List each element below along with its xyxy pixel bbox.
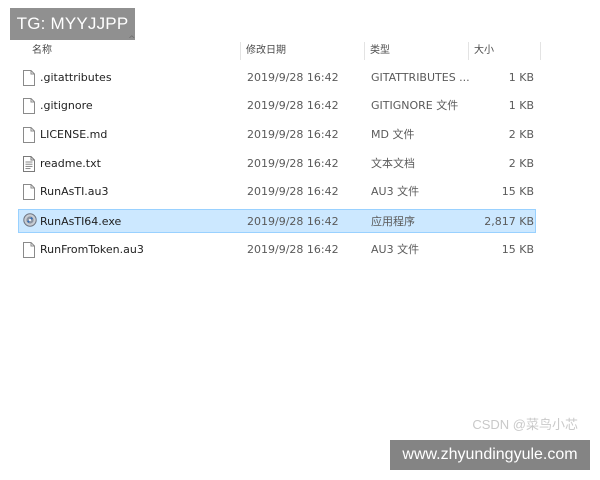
file-type: AU3 文件: [371, 185, 420, 198]
file-size: 15 KB: [501, 243, 534, 256]
text-file-icon: [23, 156, 35, 172]
file-date: 2019/9/28 16:42: [247, 157, 339, 170]
file-date: 2019/9/28 16:42: [247, 128, 339, 141]
file-size: 2,817 KB: [484, 215, 534, 228]
file-row[interactable]: .gitattributes 2019/9/28 16:42 GITATTRIB…: [18, 66, 536, 90]
column-header-row: 名称 ^ 修改日期 类型 大小: [0, 35, 600, 64]
file-size: 1 KB: [508, 71, 534, 84]
file-row[interactable]: LICENSE.md 2019/9/28 16:42 MD 文件 2 KB: [18, 123, 536, 147]
file-explorer-view: TG: MYYJJPP 名称 ^ 修改日期 类型 大小 .gitattribut…: [0, 0, 600, 480]
file-size: 2 KB: [508, 128, 534, 141]
column-separator[interactable]: [540, 42, 541, 60]
file-type: GITATTRIBUTES ...: [371, 71, 470, 84]
file-type: GITIGNORE 文件: [371, 99, 459, 112]
file-name: RunAsTI.au3: [40, 185, 109, 198]
file-row[interactable]: RunFromToken.au3 2019/9/28 16:42 AU3 文件 …: [18, 238, 536, 262]
file-size: 15 KB: [501, 185, 534, 198]
column-header-size[interactable]: 大小: [468, 38, 540, 64]
file-row[interactable]: RunAsTI.au3 2019/9/28 16:42 AU3 文件 15 KB: [18, 180, 536, 204]
exe-app-icon: [23, 213, 37, 227]
blank-file-icon: [23, 98, 35, 114]
file-size: 2 KB: [508, 157, 534, 170]
column-header-type[interactable]: 类型: [364, 38, 468, 64]
file-name: LICENSE.md: [40, 128, 108, 141]
file-date: 2019/9/28 16:42: [247, 215, 339, 228]
watermark-site: www.zhyundingyule.com: [390, 440, 590, 470]
column-header-date[interactable]: 修改日期: [240, 38, 364, 64]
file-size: 1 KB: [508, 99, 534, 112]
file-date: 2019/9/28 16:42: [247, 243, 339, 256]
file-name: .gitignore: [40, 99, 93, 112]
file-type: 文本文档: [371, 157, 415, 170]
file-type: AU3 文件: [371, 243, 420, 256]
file-row-selected[interactable]: RunAsTI64.exe 2019/9/28 16:42 应用程序 2,817…: [18, 209, 536, 233]
sort-ascending-icon: ^: [128, 35, 136, 45]
file-row[interactable]: .gitignore 2019/9/28 16:42 GITIGNORE 文件 …: [18, 94, 536, 118]
blank-file-icon: [23, 242, 35, 258]
file-name: RunFromToken.au3: [40, 243, 144, 256]
file-name: RunAsTI64.exe: [40, 215, 122, 228]
file-date: 2019/9/28 16:42: [247, 185, 339, 198]
blank-file-icon: [23, 70, 35, 86]
file-date: 2019/9/28 16:42: [247, 71, 339, 84]
blank-file-icon: [23, 127, 35, 143]
file-name: .gitattributes: [40, 71, 112, 84]
file-row[interactable]: readme.txt 2019/9/28 16:42 文本文档 2 KB: [18, 152, 536, 176]
blank-file-icon: [23, 184, 35, 200]
file-type: MD 文件: [371, 128, 415, 141]
watermark-csdn: CSDN @菜鸟小芯: [472, 417, 578, 432]
file-date: 2019/9/28 16:42: [247, 99, 339, 112]
file-name: readme.txt: [40, 157, 101, 170]
overlay-tag: TG: MYYJJPP: [10, 8, 135, 40]
file-type: 应用程序: [371, 215, 415, 228]
